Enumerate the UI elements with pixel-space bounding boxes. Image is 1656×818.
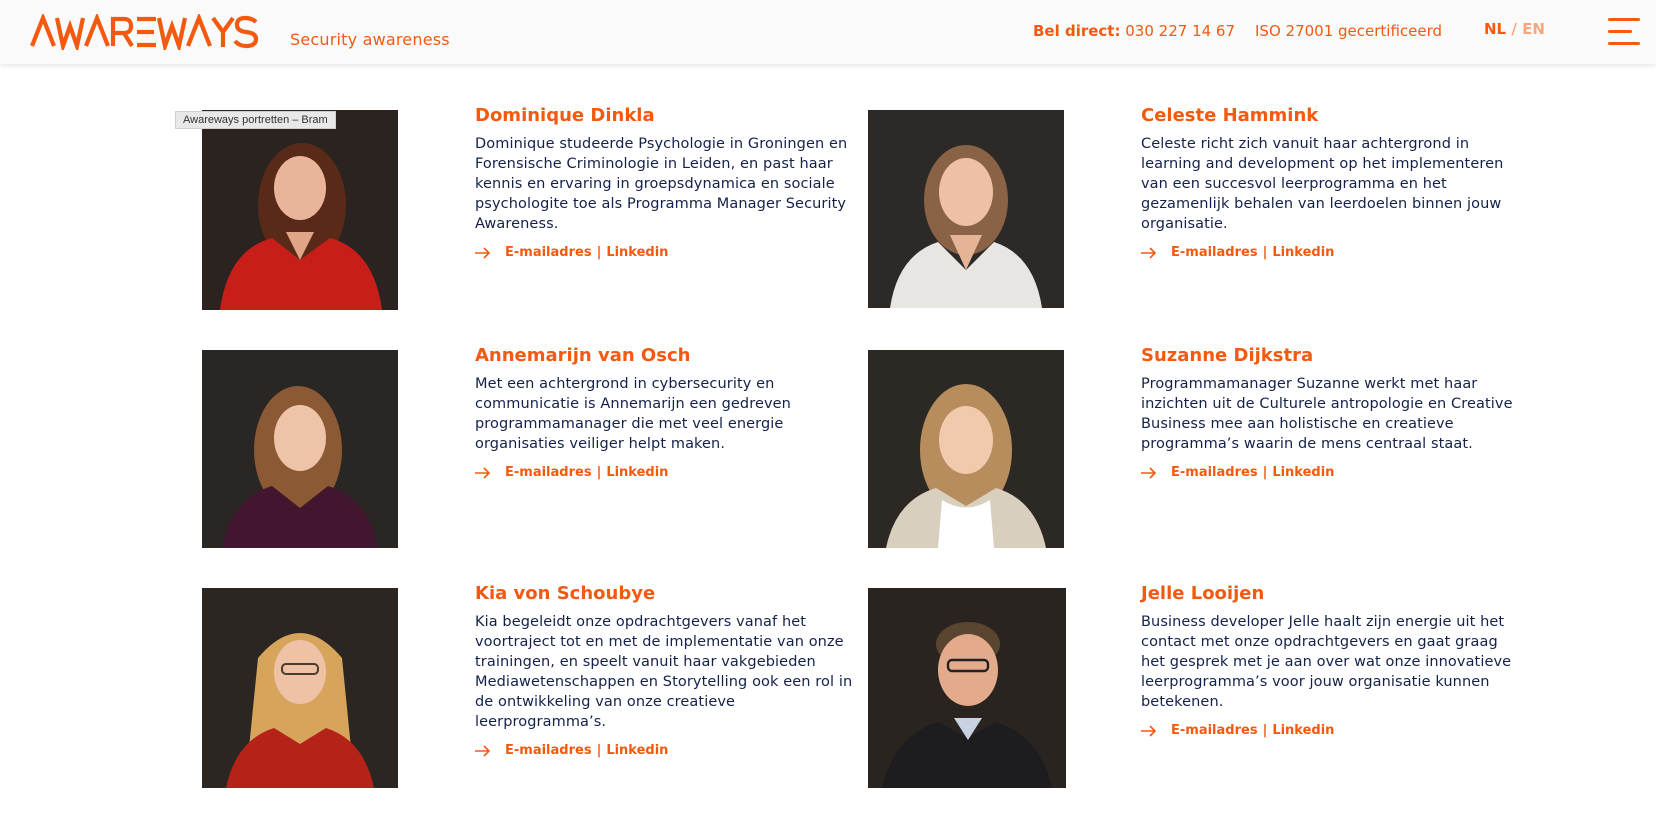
image-tooltip: Awareways portretten – Bram <box>175 111 336 129</box>
link-separator: | <box>1262 723 1268 738</box>
portrait-image <box>202 588 398 788</box>
member-bio: Celeste richt zich vanuit haar achtergro… <box>1141 136 1504 232</box>
portrait-image <box>202 350 398 548</box>
portrait-image <box>868 110 1064 308</box>
member-bio: Programmamanager Suzanne werkt met haar … <box>1141 376 1513 452</box>
phone-label: Bel direct: <box>1033 22 1121 40</box>
member-info: Jelle Looijen Business developer Jelle h… <box>1141 582 1521 738</box>
portrait-image <box>868 350 1064 548</box>
portrait-photo <box>868 588 1066 788</box>
linkedin-link[interactable]: Linkedin <box>1272 723 1334 738</box>
member-info: Annemarijn van Osch Met een achtergrond … <box>475 344 855 480</box>
member-info: Celeste Hammink Celeste richt zich vanui… <box>1141 104 1521 260</box>
portrait-image <box>868 588 1066 788</box>
portrait-photo <box>202 110 398 310</box>
member-links: E-mailadres | Linkedin <box>475 465 855 480</box>
member-links: E-mailadres | Linkedin <box>1141 723 1521 738</box>
lang-en[interactable]: EN <box>1522 20 1545 38</box>
awareways-logo[interactable] <box>30 14 274 50</box>
email-link[interactable]: E-mailadres <box>505 743 592 758</box>
member-links: E-mailadres | Linkedin <box>1141 465 1521 480</box>
link-separator: | <box>596 465 602 480</box>
portrait-photo <box>868 110 1064 308</box>
member-links: E-mailadres | Linkedin <box>1141 245 1521 260</box>
member-links: E-mailadres | Linkedin <box>475 743 855 758</box>
portrait-photo <box>868 350 1064 548</box>
member-bio: Business developer Jelle haalt zijn ener… <box>1141 614 1512 710</box>
team-section: Dominique Dinkla Dominique studeerde Psy… <box>0 64 1656 818</box>
email-link[interactable]: E-mailadres <box>505 245 592 260</box>
linkedin-link[interactable]: Linkedin <box>1272 465 1334 480</box>
member-name: Kia von Schoubye <box>475 583 656 604</box>
lang-separator: / <box>1511 20 1517 38</box>
member-name: Jelle Looijen <box>1141 583 1265 604</box>
tagline: Security awareness <box>290 30 450 49</box>
portrait-photo <box>202 588 398 788</box>
member-name: Suzanne Dijkstra <box>1141 345 1314 366</box>
arrow-right-icon <box>1141 466 1157 479</box>
arrow-right-icon <box>475 466 491 479</box>
linkedin-link[interactable]: Linkedin <box>606 465 668 480</box>
portrait-photo <box>202 350 398 548</box>
member-name: Dominique Dinkla <box>475 105 655 126</box>
member-info: Dominique Dinkla Dominique studeerde Psy… <box>475 104 855 260</box>
phone-number[interactable]: 030 227 14 67 <box>1125 22 1235 40</box>
linkedin-link[interactable]: Linkedin <box>606 743 668 758</box>
awareways-logo-mark <box>30 14 259 50</box>
link-separator: | <box>1262 245 1268 260</box>
arrow-right-icon <box>475 246 491 259</box>
member-info: Kia von Schoubye Kia begeleidt onze opdr… <box>475 582 855 758</box>
linkedin-link[interactable]: Linkedin <box>1272 245 1334 260</box>
member-links: E-mailadres | Linkedin <box>475 245 855 260</box>
member-bio: Dominique studeerde Psychologie in Groni… <box>475 136 848 232</box>
language-switcher: NL / EN <box>1484 20 1545 38</box>
member-info: Suzanne Dijkstra Programmamanager Suzann… <box>1141 344 1521 480</box>
hamburger-menu-icon[interactable] <box>1608 18 1640 46</box>
phone-contact[interactable]: Bel direct: 030 227 14 67 <box>1033 22 1235 40</box>
email-link[interactable]: E-mailadres <box>505 465 592 480</box>
arrow-right-icon <box>1141 724 1157 737</box>
link-separator: | <box>596 743 602 758</box>
arrow-right-icon <box>475 744 491 757</box>
member-bio: Kia begeleidt onze opdrachtgevers vanaf … <box>475 614 853 730</box>
iso-certification: ISO 27001 gecertificeerd <box>1255 22 1443 40</box>
email-link[interactable]: E-mailadres <box>1171 465 1258 480</box>
link-separator: | <box>1262 465 1268 480</box>
lang-nl[interactable]: NL <box>1484 20 1506 38</box>
arrow-right-icon <box>1141 246 1157 259</box>
email-link[interactable]: E-mailadres <box>1171 245 1258 260</box>
linkedin-link[interactable]: Linkedin <box>606 245 668 260</box>
site-header: Security awareness Bel direct: 030 227 1… <box>0 0 1656 64</box>
email-link[interactable]: E-mailadres <box>1171 723 1258 738</box>
portrait-image <box>202 110 398 310</box>
link-separator: | <box>596 245 602 260</box>
member-bio: Met een achtergrond in cybersecurity en … <box>475 376 791 452</box>
member-name: Celeste Hammink <box>1141 105 1319 126</box>
member-name: Annemarijn van Osch <box>475 345 691 366</box>
